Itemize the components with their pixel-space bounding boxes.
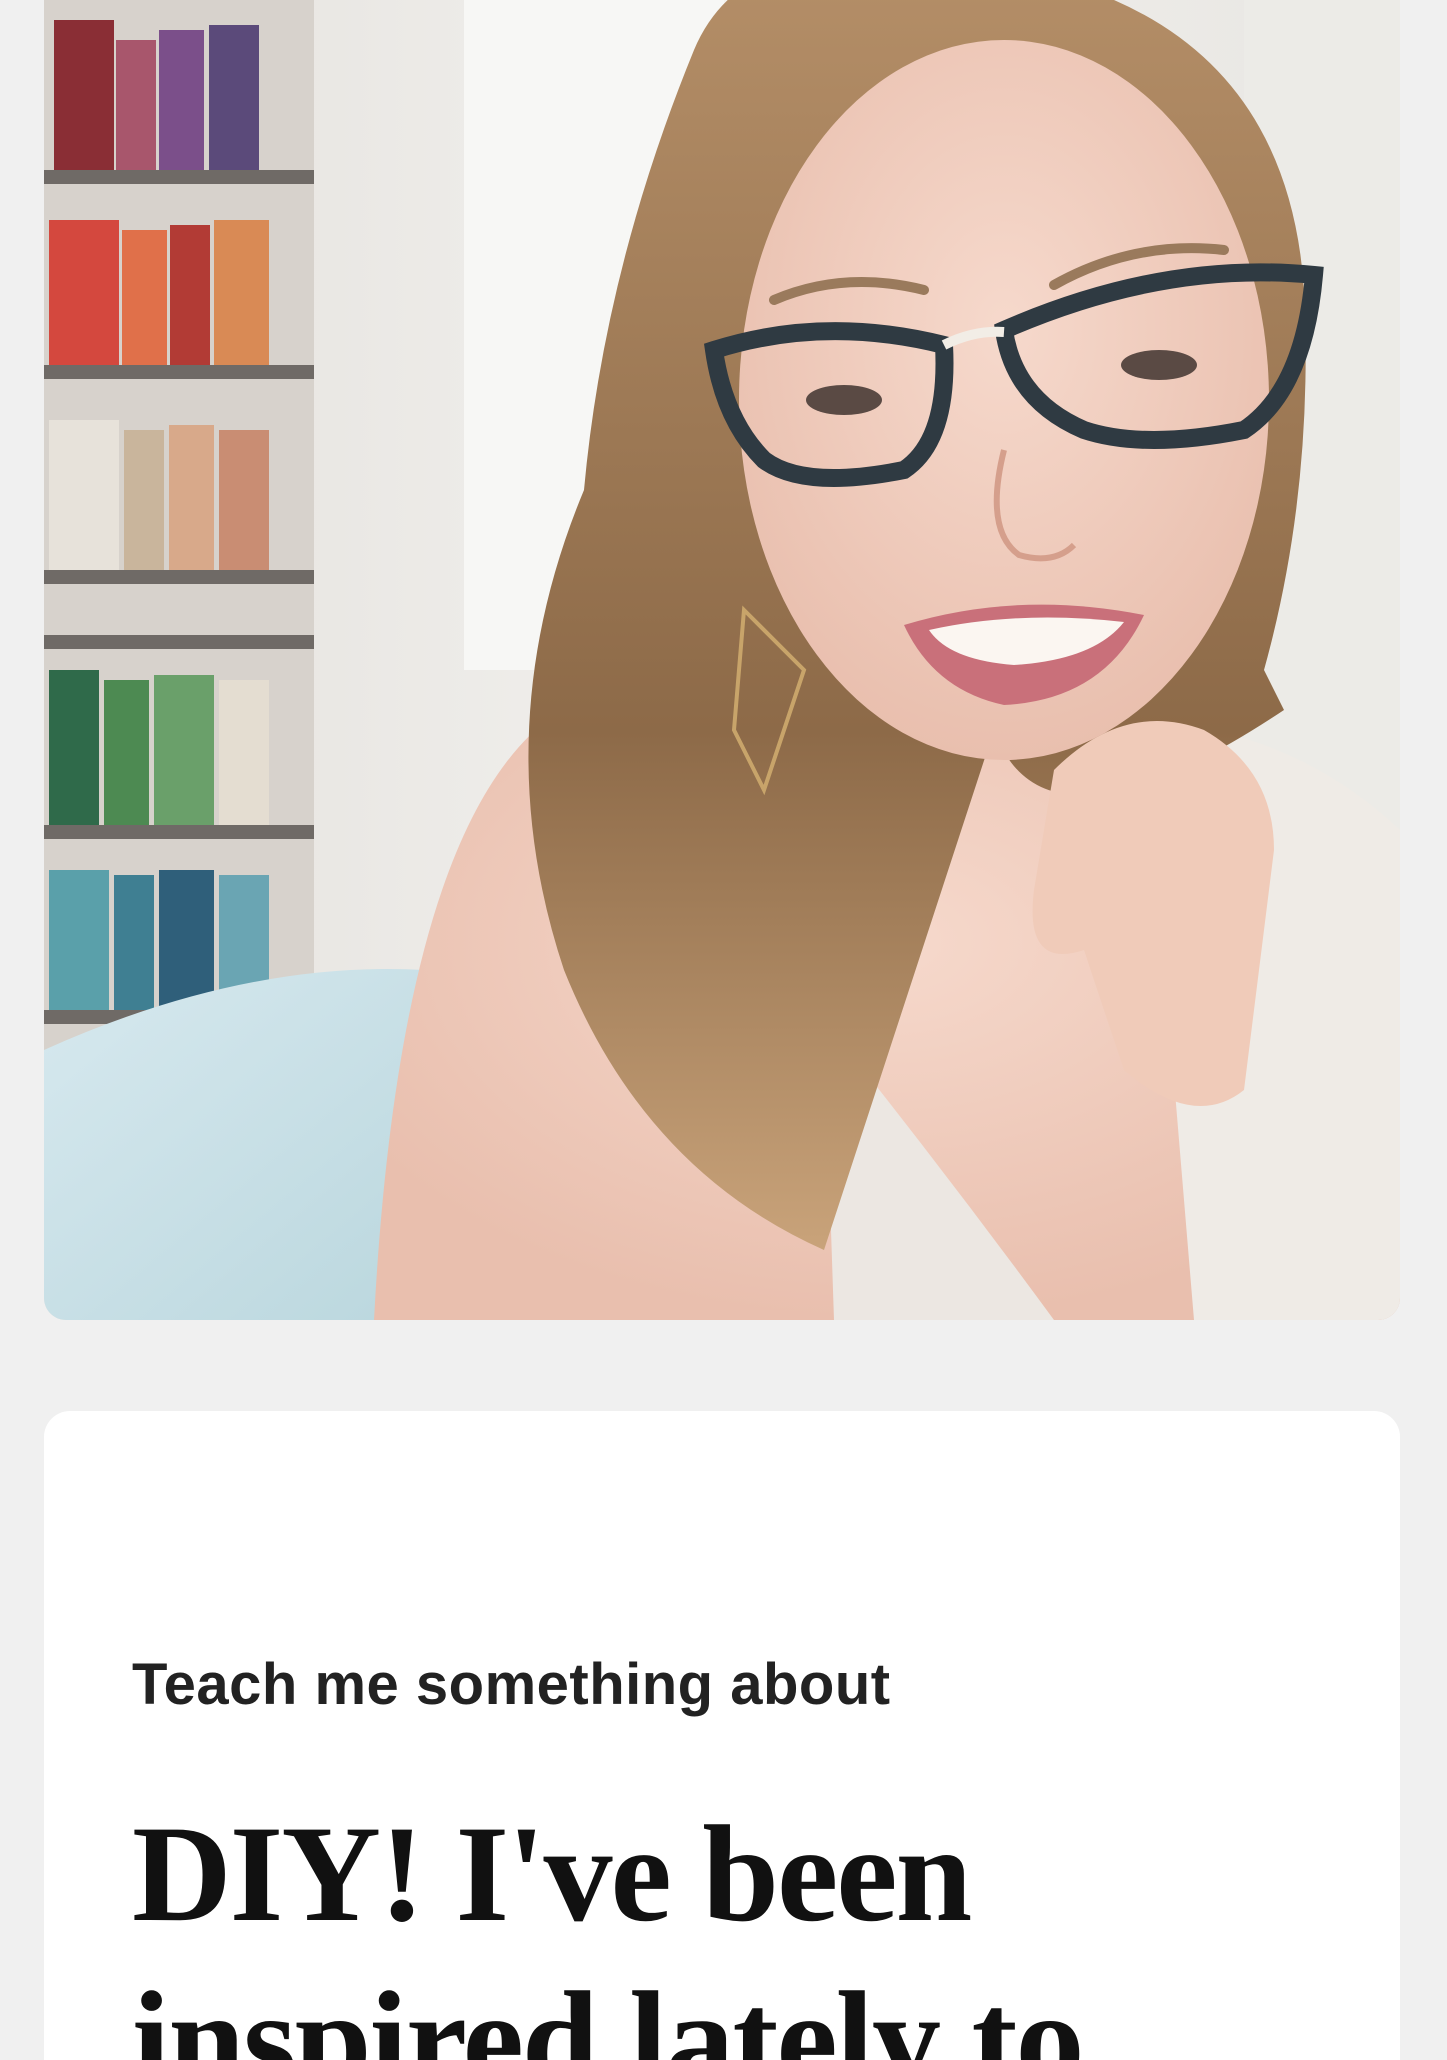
prompt-question: Teach me something about <box>132 1652 891 1717</box>
prompt-card[interactable]: Teach me something about DIY! I've been … <box>44 1411 1400 2060</box>
profile-photo[interactable] <box>44 0 1400 1320</box>
prompt-answer: DIY! I've been inspired lately to <box>132 1797 1084 2060</box>
profile-photo-image <box>44 0 1400 1320</box>
profile-page: Teach me something about DIY! I've been … <box>0 0 1447 2060</box>
